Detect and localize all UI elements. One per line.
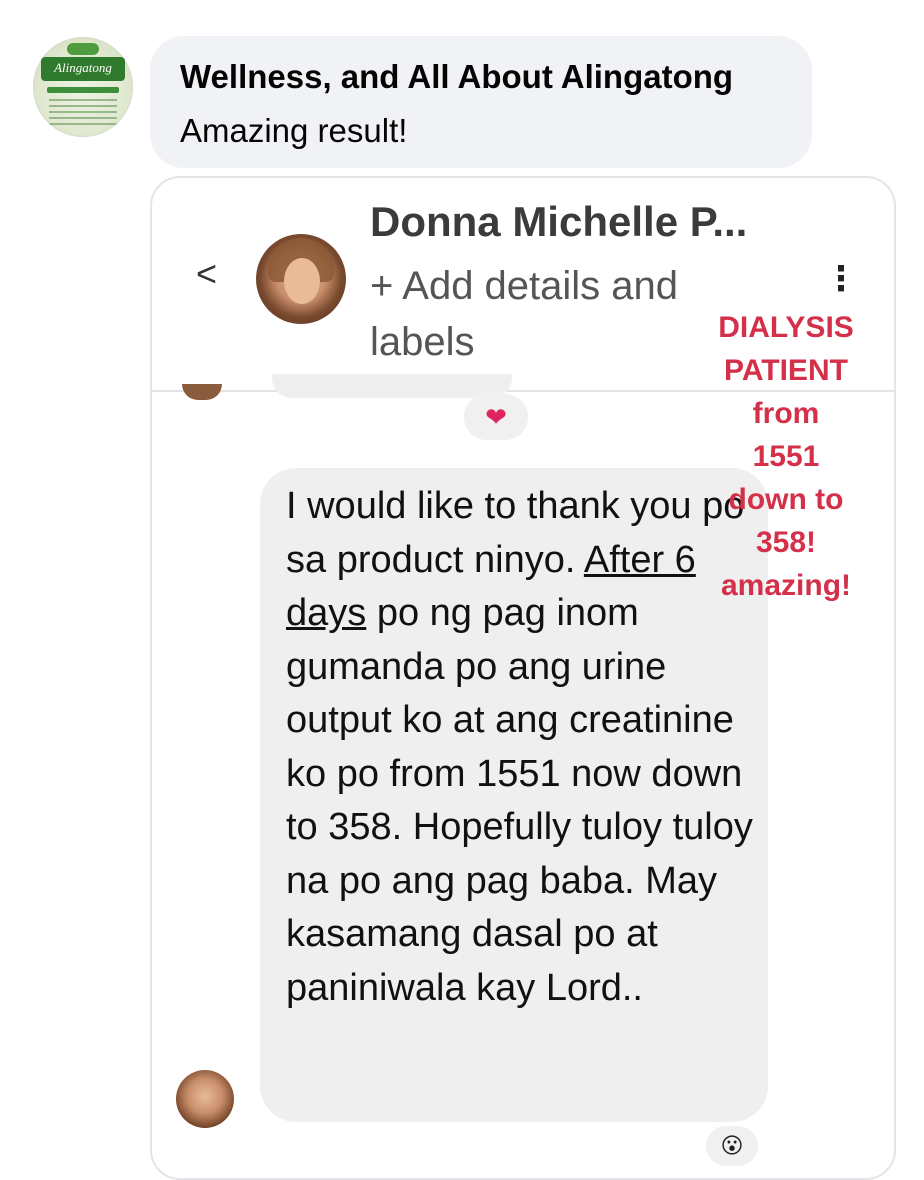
logo-text-lines [49, 99, 117, 129]
logo-strip [47, 87, 119, 93]
previous-message-edge [272, 374, 512, 398]
wow-reaction-icon[interactable]: 😮 [706, 1126, 758, 1166]
contact-name[interactable]: Donna Michelle P... [370, 198, 747, 246]
sender-avatar[interactable] [176, 1070, 234, 1128]
contact-avatar[interactable] [256, 234, 346, 324]
heart-reaction-icon[interactable]: ❤ [464, 394, 528, 440]
back-icon[interactable]: < [196, 256, 217, 292]
more-options-icon[interactable]: ⋮ [824, 262, 858, 296]
previous-avatar-edge [182, 384, 222, 400]
comment-author[interactable]: Wellness, and All About Alingatong [180, 58, 733, 96]
avatar-face [284, 258, 320, 304]
message-text-end: po ng pag inom gumanda po ang urine outp… [286, 592, 753, 1009]
comment-bubble: Wellness, and All About Alingatong Amazi… [150, 36, 812, 168]
comment-text: Amazing result! [180, 112, 408, 149]
logo-graphic [67, 43, 99, 55]
overlay-annotation: DIALYSIS PATIENT from 1551 down to 358! … [718, 311, 854, 602]
page-avatar[interactable]: Alingatong [33, 37, 133, 137]
logo-text: Alingatong [54, 60, 112, 75]
